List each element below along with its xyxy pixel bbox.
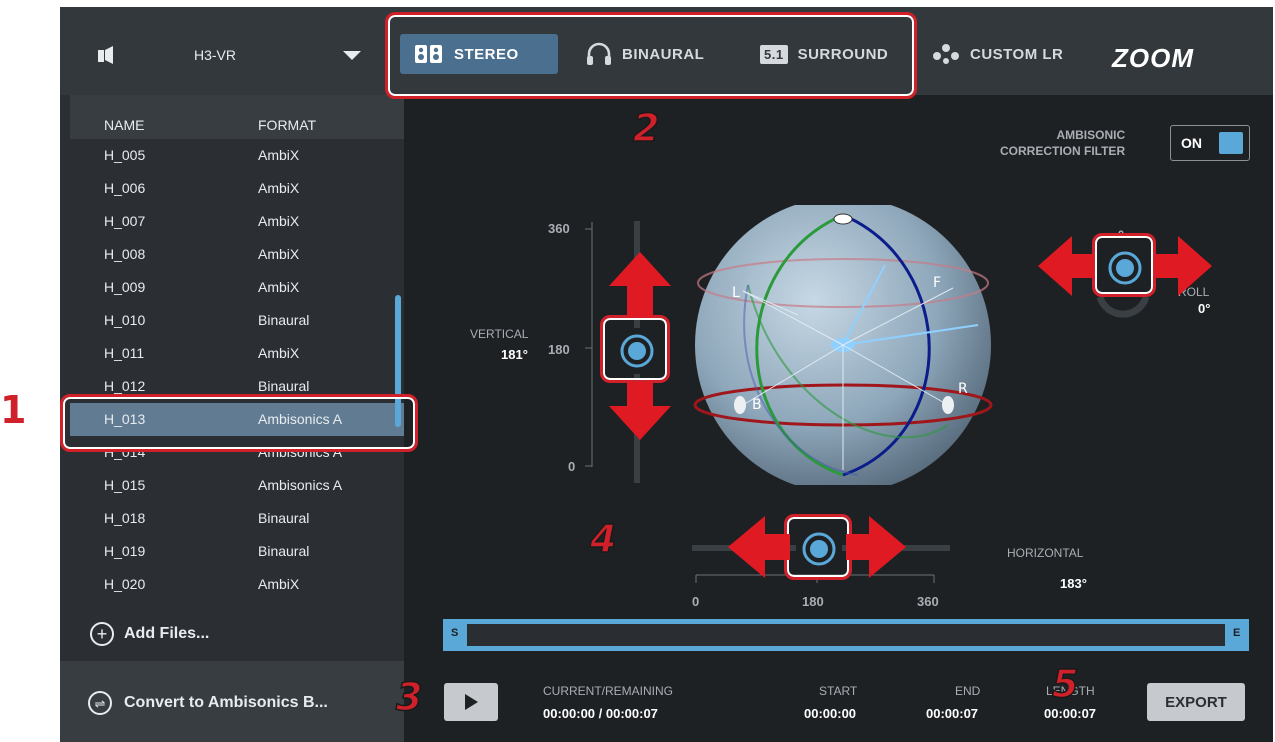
callout-number-3: 3 <box>395 674 423 720</box>
callout-number-5: 5 <box>1051 661 1079 707</box>
callout-number-1: 1 <box>0 388 27 432</box>
callout-number-4: 4 <box>589 516 617 562</box>
callout-number-2: 2 <box>632 105 660 151</box>
